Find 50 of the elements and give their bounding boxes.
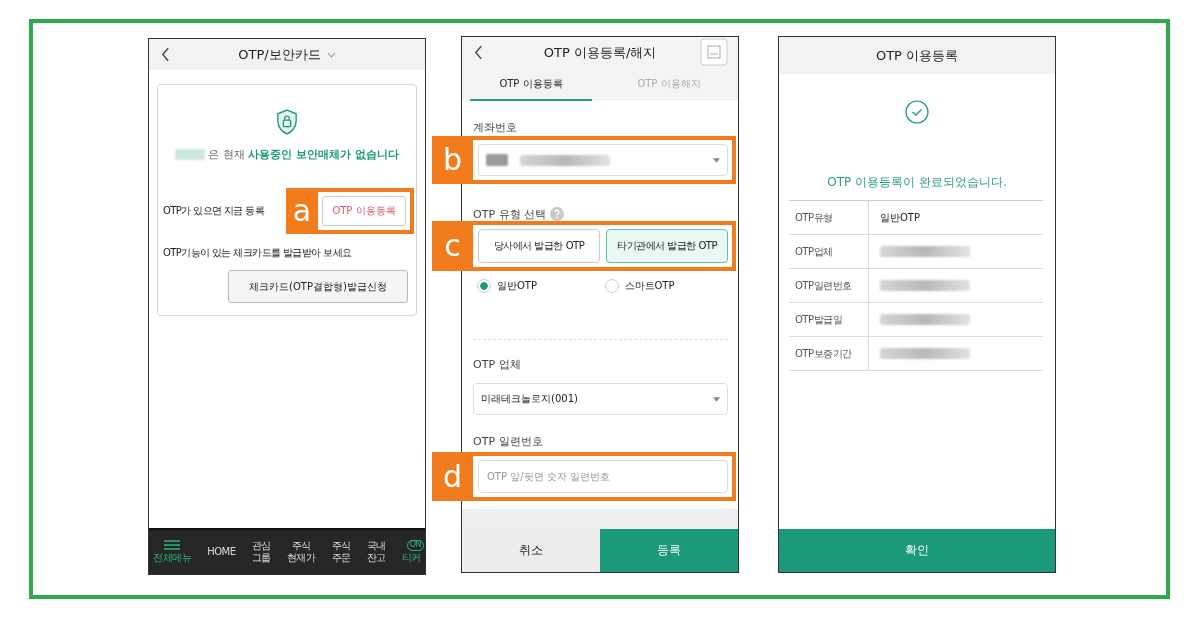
tab[interactable]: OTP 이용등록 xyxy=(470,68,592,101)
vendor-select[interactable]: 미래테크놀로지(001) xyxy=(473,383,728,415)
cancel-button[interactable]: 취소 xyxy=(462,529,600,572)
row-label: OTP일련번호 xyxy=(789,269,869,302)
serial-number-field[interactable]: OTP 앞/뒷면 숫자 일련번호 xyxy=(478,460,728,493)
row-value: 일반OTP xyxy=(880,210,920,225)
radio-label: 스마트OTP xyxy=(624,279,675,293)
dropdown-arrow-icon xyxy=(713,157,720,163)
back-icon[interactable] xyxy=(161,47,170,62)
nav-item[interactable]: 전체메뉴 xyxy=(153,540,191,564)
field-label: OTP 유형 선택 xyxy=(473,207,546,221)
screen-title: OTP 이용등록 xyxy=(875,46,959,65)
document-icon[interactable] xyxy=(700,38,728,66)
card-prompt: OTP기능이 있는 체크카드를 발급받아 보세요 xyxy=(162,246,352,260)
field-label: 계좌번호 xyxy=(473,121,518,134)
check-card-apply-button[interactable]: 체크카드(OTP결합형)발급신청 xyxy=(228,270,408,303)
nav-item[interactable]: 국내 잔고 xyxy=(366,540,386,564)
nav-item[interactable]: HOME xyxy=(207,546,236,558)
radio-button[interactable] xyxy=(477,279,491,293)
field-label: OTP 일련번호 xyxy=(473,435,544,448)
otp-type-option[interactable]: 당사에서 발급한 OTP xyxy=(478,229,600,263)
check-circle-icon xyxy=(905,100,929,124)
confirm-button[interactable]: 확인 xyxy=(779,529,1055,572)
dropdown-arrow-icon xyxy=(713,396,720,402)
notice-text: 은 현재 사용중인 보안매체가 없습니다 xyxy=(208,147,399,162)
row-label: OTP보증기간 xyxy=(789,337,869,370)
otp-type-option[interactable]: 타기관에서 발급한 OTP xyxy=(606,229,728,263)
back-icon[interactable] xyxy=(474,45,483,60)
blurred-text xyxy=(486,154,508,166)
nav-item[interactable]: 주식 주문 xyxy=(331,540,351,564)
shield-lock-icon xyxy=(276,109,298,135)
screen-title: OTP 이용등록/해지 xyxy=(543,43,657,62)
completion-message: OTP 이용등록이 완료되었습니다. xyxy=(827,174,1007,191)
radio-button[interactable] xyxy=(604,279,619,293)
blurred-text xyxy=(175,149,206,160)
field-label: OTP 업체 xyxy=(473,358,522,371)
otp-register-button[interactable]: OTP 이용등록 xyxy=(322,196,406,226)
radio-label: 일반OTP xyxy=(497,279,537,293)
nav-item[interactable]: 주식 현재가 xyxy=(286,540,316,564)
nav-item[interactable]: 관심 그룹 xyxy=(251,540,271,564)
row-label: OTP업체 xyxy=(789,235,869,268)
row-label: OTP발급일 xyxy=(789,303,869,336)
account-select[interactable] xyxy=(478,144,728,176)
help-icon[interactable] xyxy=(550,207,564,221)
menu-icon xyxy=(164,540,180,550)
register-prompt: OTP가 있으면 지금 등록 xyxy=(162,204,265,218)
row-label: OTP유형 xyxy=(789,201,869,234)
register-button[interactable]: 등록 xyxy=(600,529,738,572)
chevron-down-icon[interactable] xyxy=(326,51,336,58)
screen-title: OTP/보안카드 xyxy=(238,45,321,64)
